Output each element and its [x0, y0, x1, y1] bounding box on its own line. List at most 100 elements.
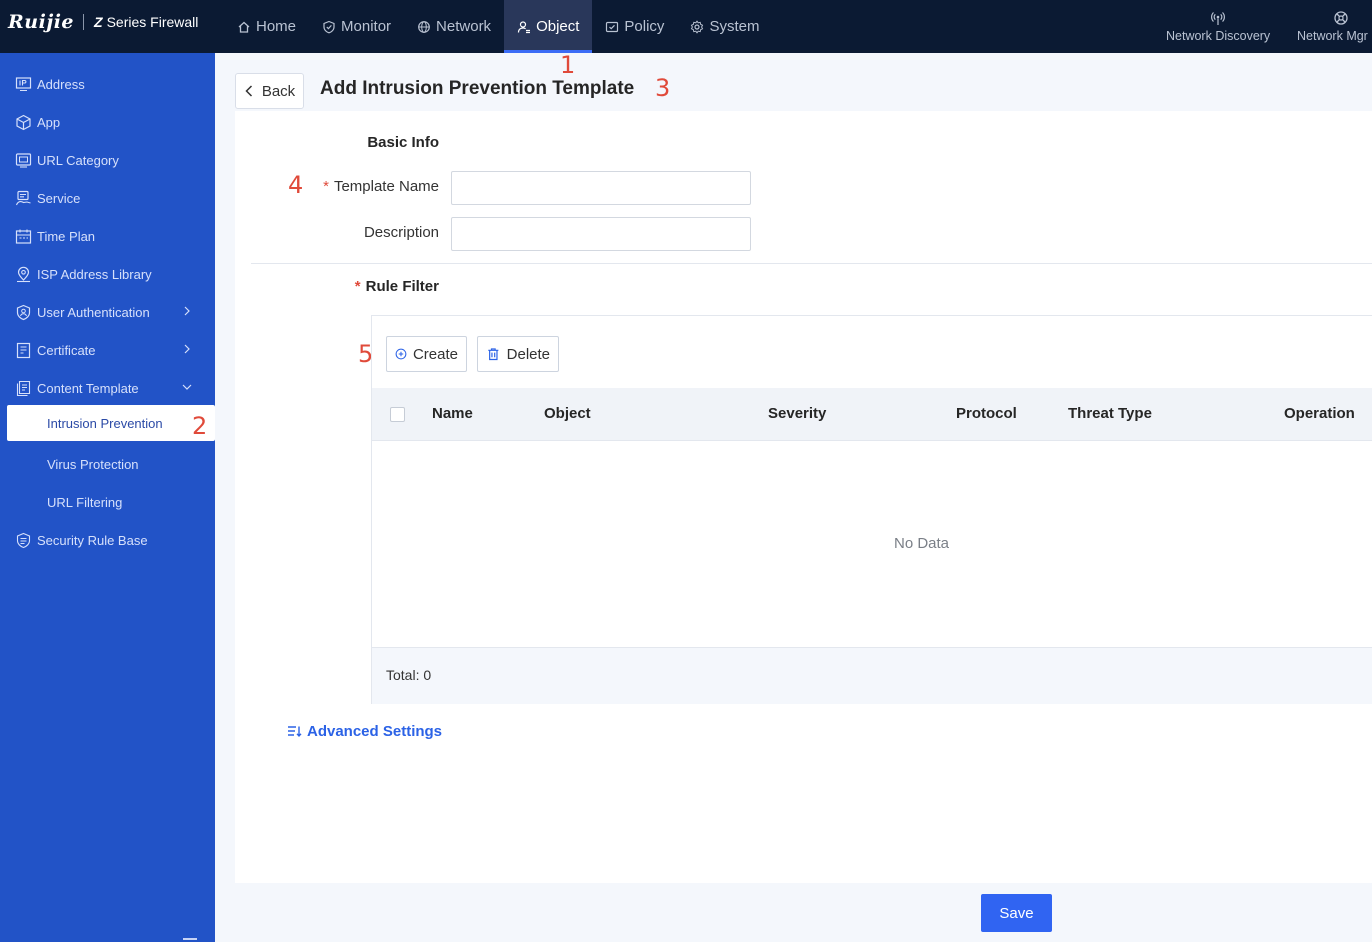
shield-icon	[323, 20, 335, 33]
back-label: Back	[261, 82, 296, 100]
sidebar-item-label: Security Rule Base	[37, 532, 148, 548]
brand-divider	[83, 14, 85, 30]
plus-circle-icon	[395, 348, 407, 360]
signal-icon	[1211, 12, 1226, 25]
chevron-left-icon	[245, 85, 252, 97]
user-object-icon	[517, 20, 531, 33]
calendar-icon	[15, 229, 32, 244]
top-navigation-bar: Ruijie Z Series Firewall Home Monitor Ne…	[0, 0, 1372, 53]
sidebar: Address App URL Category Service Time Pl…	[0, 53, 215, 942]
sidebar-item-address[interactable]: Address	[0, 65, 215, 103]
chevron-right-icon	[184, 344, 190, 354]
collapse-menu-icon[interactable]	[183, 938, 197, 942]
template-name-input[interactable]	[451, 171, 751, 205]
sidebar-subitem-label: URL Filtering	[47, 494, 123, 510]
total-count: Total: 0	[386, 667, 432, 683]
sidebar-item-user-authentication[interactable]: User Authentication	[0, 293, 215, 331]
table-header: Name Object Severity Protocol Threat Typ…	[372, 388, 1372, 441]
column-header-operation: Operation	[1284, 405, 1355, 422]
sidebar-item-label: User Authentication	[37, 304, 150, 320]
nav-monitor-label: Monitor	[341, 18, 392, 35]
sidebar-item-security-rule-base[interactable]: Security Rule Base	[0, 521, 215, 559]
template-name-label-text: Template Name	[333, 178, 439, 195]
delete-button[interactable]: Delete	[477, 336, 559, 372]
nav-object[interactable]: Object	[504, 0, 593, 53]
sidebar-subitem-label: Intrusion Prevention	[47, 415, 163, 431]
service-icon	[15, 190, 31, 205]
network-discovery-button[interactable]: Network Discovery	[1166, 0, 1270, 53]
sidebar-item-label: URL Category	[37, 152, 119, 168]
sidebar-item-app[interactable]: App	[0, 103, 215, 141]
sidebar-item-isp-address-library[interactable]: ISP Address Library	[0, 255, 215, 293]
annotation-marker: 2	[192, 412, 208, 440]
policy-icon	[606, 21, 619, 32]
nav-object-label: Object	[536, 18, 580, 35]
sidebar-item-label: Time Plan	[37, 228, 96, 244]
annotation-marker: 1	[560, 51, 576, 79]
column-header-name: Name	[432, 405, 473, 422]
network-discovery-label: Network Discovery	[1166, 29, 1271, 43]
rule-filter-heading: * Rule Filter	[235, 278, 439, 295]
sidebar-item-certificate[interactable]: Certificate	[0, 331, 215, 369]
sidebar-item-service[interactable]: Service	[0, 179, 215, 217]
chevron-right-icon	[184, 306, 190, 316]
description-input[interactable]	[451, 217, 751, 251]
sidebar-item-label: ISP Address Library	[37, 266, 152, 282]
nav-system-label: System	[709, 18, 760, 35]
section-divider	[251, 263, 1372, 264]
delete-label: Delete	[506, 345, 550, 363]
nav-policy[interactable]: Policy	[592, 0, 677, 53]
page-title: Add Intrusion Prevention Template	[320, 78, 635, 99]
nav-network[interactable]: Network	[404, 0, 504, 53]
nav-home[interactable]: Home	[224, 0, 309, 53]
create-button[interactable]: Create	[386, 336, 467, 372]
user-shield-icon	[16, 304, 31, 320]
back-button[interactable]: Back	[235, 73, 304, 109]
description-label: Description	[363, 224, 439, 241]
home-icon	[238, 21, 250, 33]
column-header-severity: Severity	[768, 405, 827, 422]
column-header-protocol: Protocol	[956, 405, 1017, 422]
trash-icon	[488, 348, 499, 361]
sidebar-subitem-intrusion-prevention[interactable]: Intrusion Prevention	[7, 405, 215, 441]
nav-home-label: Home	[256, 18, 297, 35]
network-mgr-icon	[1334, 11, 1348, 25]
required-mark: *	[354, 278, 361, 295]
column-header-object: Object	[544, 405, 591, 422]
main-nav: Home Monitor Network Object Policy Syste…	[224, 0, 772, 53]
rule-filter-label: Rule Filter	[365, 278, 439, 295]
gear-icon	[691, 19, 704, 34]
advanced-settings-label: Advanced Settings	[307, 723, 443, 740]
sidebar-item-label: Certificate	[37, 342, 96, 358]
nav-monitor[interactable]: Monitor	[309, 0, 404, 53]
sidebar-item-label: App	[37, 114, 61, 130]
sidebar-subitem-virus-protection[interactable]: Virus Protection	[7, 446, 215, 482]
rule-filter-table: Create Delete Name Object Severity Proto…	[371, 315, 1372, 704]
brand-logo: Ruijie	[8, 11, 75, 33]
sidebar-item-url-category[interactable]: URL Category	[0, 141, 215, 179]
url-category-icon	[15, 152, 32, 168]
cube-icon	[16, 114, 31, 130]
form-card: 4 5 Basic Info * Template Name Descriptio…	[235, 111, 1372, 883]
network-mgr-button[interactable]: Network Mgr	[1297, 0, 1368, 53]
location-icon	[17, 266, 30, 282]
column-header-threat-type: Threat Type	[1068, 405, 1152, 422]
sidebar-item-content-template[interactable]: Content Template	[0, 369, 215, 407]
sidebar-item-label: Address	[37, 76, 85, 92]
globe-icon	[418, 20, 430, 33]
network-mgr-label: Network Mgr	[1297, 29, 1368, 43]
product-name: Series Firewall	[106, 14, 199, 30]
rule-base-icon	[16, 532, 31, 548]
empty-state-text: No Data	[893, 535, 950, 552]
chevron-down-icon	[182, 384, 192, 390]
nav-system[interactable]: System	[677, 0, 772, 53]
template-name-label: * Template Name	[235, 178, 439, 195]
advanced-settings-link[interactable]: Advanced Settings	[287, 723, 442, 740]
select-all-checkbox[interactable]	[390, 407, 405, 422]
sidebar-item-label: Service	[37, 190, 81, 206]
sidebar-item-time-plan[interactable]: Time Plan	[0, 217, 215, 255]
sort-list-icon	[288, 726, 302, 738]
sidebar-subitem-url-filtering[interactable]: URL Filtering	[7, 484, 215, 520]
save-button[interactable]: Save	[981, 894, 1052, 932]
nav-policy-label: Policy	[624, 18, 665, 35]
